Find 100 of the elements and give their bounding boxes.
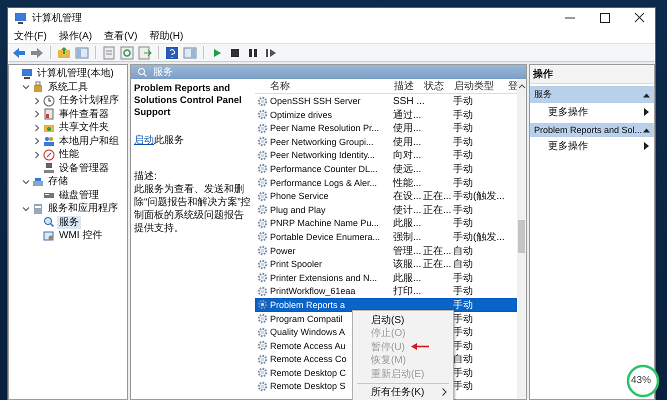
triangle-up-icon[interactable] — [643, 127, 650, 133]
chevron-right-icon — [442, 388, 447, 396]
search-icon — [137, 67, 147, 77]
menu-item[interactable]: 启动(S) — [371, 312, 404, 327]
menu-item[interactable]: 所有任务(K) — [371, 385, 424, 400]
column-header[interactable]: 登 — [507, 79, 519, 93]
menu-item[interactable]: 帮助(H) — [149, 28, 184, 42]
tree-item[interactable]: WMI 控件 — [57, 229, 104, 242]
menu-item[interactable]: 查看(V) — [104, 28, 138, 42]
tree-item[interactable]: 任务计划程序 — [57, 94, 121, 108]
chevron-right-icon[interactable] — [33, 124, 41, 132]
table-cell: Optimize drives — [269, 110, 332, 120]
scroll-up-icon[interactable] — [518, 82, 526, 90]
table-cell-text: 手动 — [453, 284, 474, 298]
gear-icon — [256, 354, 268, 365]
chevron-right-icon[interactable] — [33, 96, 41, 105]
toolbox-icon — [32, 81, 44, 94]
table-cell: PrintWorkflow_61eaa — [269, 286, 356, 296]
triangle-right-icon[interactable] — [644, 108, 649, 116]
table-cell-text: 手动(触发... — [453, 230, 506, 244]
search-icon — [43, 216, 55, 228]
gear-icon — [256, 204, 268, 216]
apps-icon — [32, 202, 44, 215]
chevron-down-icon[interactable] — [22, 83, 30, 92]
selected-row[interactable]: Problem Reports a 手动 — [255, 298, 517, 312]
action-item[interactable]: 更多操作 — [548, 139, 588, 153]
table-cell-text: 手动 — [453, 122, 474, 136]
table-cell-text: 该服... — [393, 258, 422, 272]
table-cell-text: 手动 — [453, 380, 474, 394]
table-cell-text: 打印... — [393, 284, 422, 298]
table-cell: Portable Device Enumera... — [269, 232, 380, 242]
refresh-icon[interactable] — [120, 46, 134, 60]
help-icon[interactable] — [165, 46, 179, 60]
triangle-right-icon[interactable] — [644, 142, 649, 150]
back-arrow-icon[interactable] — [12, 46, 26, 60]
action-pane-icon[interactable] — [183, 46, 197, 60]
table-cell-text: 使远... — [393, 162, 422, 176]
tree-item[interactable]: 计算机管理(本地) — [35, 67, 116, 80]
tree-item[interactable]: 事件查看器 — [57, 108, 111, 121]
tree-item[interactable]: 服务 — [57, 216, 81, 229]
tree-item[interactable]: 磁盘管理 — [57, 188, 101, 202]
action-item[interactable]: 更多操作 — [548, 105, 588, 119]
tree-item[interactable]: 设备管理器 — [57, 162, 111, 175]
progress-text: 43% — [631, 375, 652, 386]
table-cell-text: 手动 — [453, 312, 474, 326]
gear-icon — [256, 150, 268, 161]
table-cell: Remote Access Au — [269, 340, 346, 351]
tree-item[interactable]: 服务和应用程序 — [46, 202, 120, 216]
export-icon[interactable] — [138, 46, 152, 60]
scrollbar-thumb[interactable] — [518, 220, 525, 253]
gear-icon — [256, 313, 268, 324]
menu-item[interactable]: 操作(A) — [58, 28, 92, 42]
gear-icon — [256, 272, 268, 284]
computer-icon — [21, 68, 33, 80]
table-cell-text: 正在... — [423, 204, 452, 217]
table-cell-text: 自动 — [453, 353, 474, 366]
tree-pane-icon[interactable] — [75, 46, 89, 60]
table-cell-text: 管理... — [393, 244, 422, 258]
tree-item[interactable]: 共享文件夹 — [57, 121, 111, 134]
chevron-right-icon[interactable] — [33, 110, 41, 118]
scrollbar[interactable] — [517, 79, 526, 399]
action-section-header[interactable]: Problem Reports and Sol... — [530, 123, 654, 137]
table-cell-text: 手动 — [453, 298, 474, 312]
column-header[interactable]: 描述 — [393, 79, 423, 93]
window-title: 计算机管理 — [32, 12, 82, 25]
table-cell-text: 此服... — [393, 272, 422, 285]
table-cell: Quality Windows A — [269, 327, 346, 338]
window-gear-icon — [43, 230, 55, 242]
pane-title: 服务 — [153, 66, 173, 79]
triangle-up-icon[interactable] — [643, 92, 650, 98]
computer-icon — [14, 12, 27, 24]
column-header[interactable]: 状态 — [423, 79, 453, 93]
table-cell: Problem Reports a — [269, 300, 346, 310]
table-cell: Printer Extensions and N... — [269, 272, 378, 283]
service-title: Problem Reports and Solutions Control Panel Support — [134, 83, 243, 119]
properties-icon[interactable] — [102, 46, 116, 60]
tree-item[interactable]: 存储 — [46, 175, 70, 188]
action-section-header[interactable]: 服务 — [530, 86, 654, 103]
table-cell: OpenSSH SSH Server — [269, 96, 361, 106]
table-cell-text: 手动 — [453, 176, 474, 190]
users-icon — [43, 135, 55, 148]
chevron-down-icon[interactable] — [22, 204, 30, 213]
gear-icon — [256, 163, 268, 174]
table-cell-text: 通过... — [393, 108, 422, 122]
column-header[interactable]: 启动类型 — [453, 79, 507, 93]
table-cell: Power — [269, 246, 296, 256]
folder-up-icon[interactable] — [57, 46, 71, 60]
start-link[interactable]: 启动 — [134, 135, 154, 146]
tree-item[interactable]: 本地用户和组 — [57, 134, 121, 148]
chevron-right-icon[interactable] — [33, 137, 41, 146]
chevron-right-icon[interactable] — [33, 150, 41, 159]
tree-item[interactable]: 系统工具 — [46, 80, 90, 94]
tree-item[interactable]: 性能 — [57, 148, 81, 162]
description-label: 描述: — [134, 170, 158, 183]
table-cell-text: 强制... — [393, 230, 422, 244]
menu-item[interactable]: 文件(F) — [14, 28, 47, 42]
table-cell-text: 在设... — [393, 190, 422, 204]
forward-arrow-icon[interactable] — [30, 46, 44, 60]
chevron-down-icon[interactable] — [22, 178, 30, 186]
column-header[interactable]: 名称 — [269, 79, 393, 93]
